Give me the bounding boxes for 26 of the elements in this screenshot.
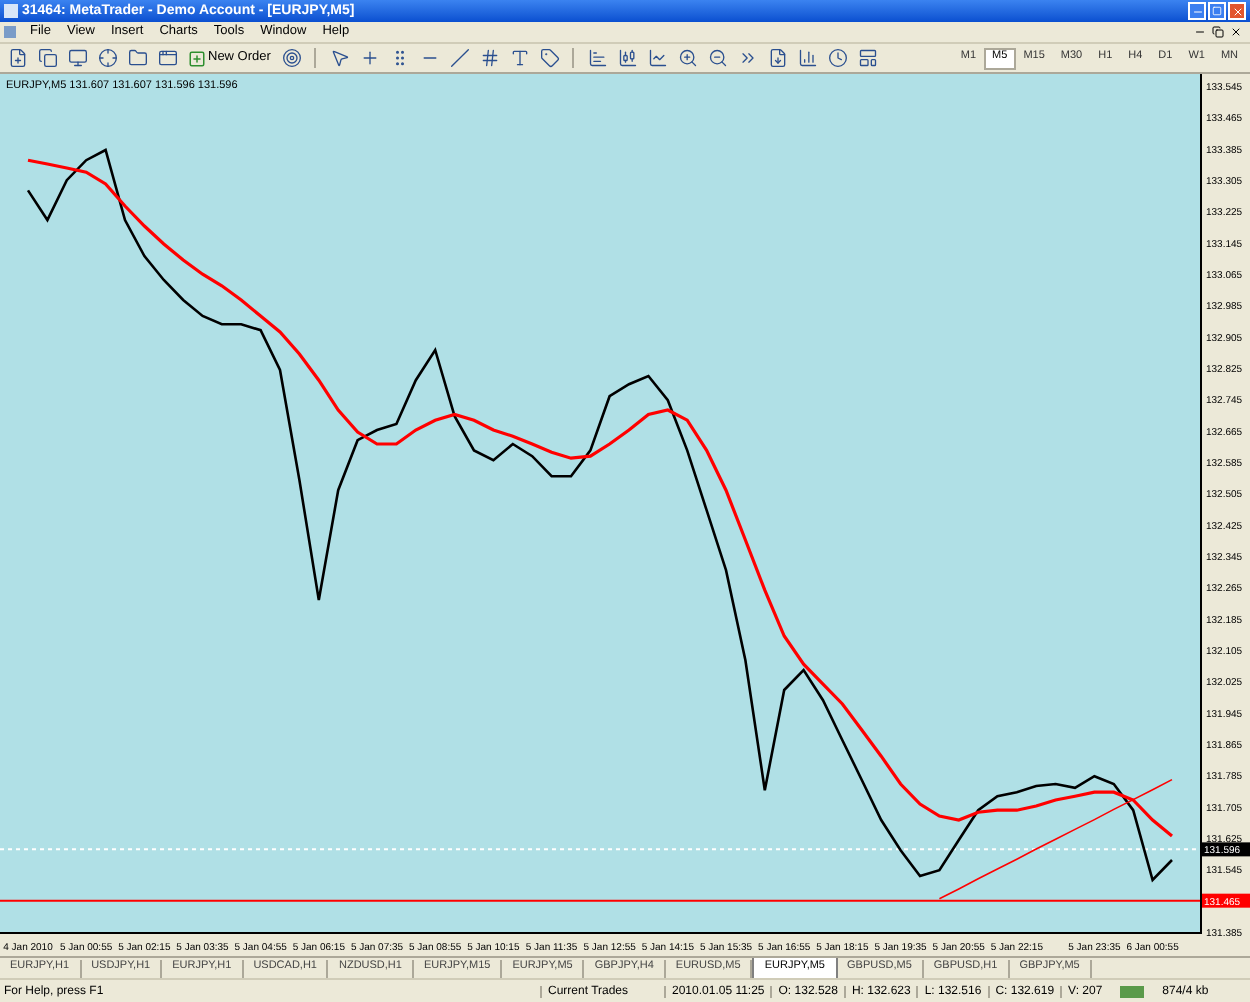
indicators-icon[interactable] xyxy=(794,45,821,71)
label-icon[interactable] xyxy=(536,45,563,71)
expert-advisors-icon[interactable] xyxy=(278,45,305,71)
clock-icon[interactable] xyxy=(824,45,851,71)
bar-chart-icon[interactable] xyxy=(584,45,611,71)
plus-icon xyxy=(188,49,206,67)
zoom-out-icon[interactable] xyxy=(704,45,731,71)
close-button[interactable] xyxy=(1228,2,1246,20)
market-watch-icon[interactable] xyxy=(64,45,90,71)
restore-icon[interactable] xyxy=(1212,26,1224,38)
trend-line-icon[interactable] xyxy=(446,45,473,71)
minimize-button[interactable] xyxy=(1188,2,1206,20)
template-icon[interactable] xyxy=(854,45,881,71)
close-icon xyxy=(1231,5,1243,17)
maximize-button[interactable] xyxy=(1208,2,1226,20)
terminal-icon[interactable] xyxy=(154,45,180,71)
candlestick-icon[interactable] xyxy=(614,45,641,71)
zoom-in-icon[interactable] xyxy=(674,45,701,71)
profiles-icon[interactable] xyxy=(34,45,60,71)
folder-icon[interactable] xyxy=(124,45,150,71)
maximize-icon xyxy=(1212,6,1222,16)
connection-icon xyxy=(1120,985,1145,997)
app-icon xyxy=(4,4,18,18)
line-chart-icon[interactable] xyxy=(644,45,671,71)
navigator-icon[interactable] xyxy=(94,45,120,71)
close-icon[interactable] xyxy=(1230,26,1242,38)
